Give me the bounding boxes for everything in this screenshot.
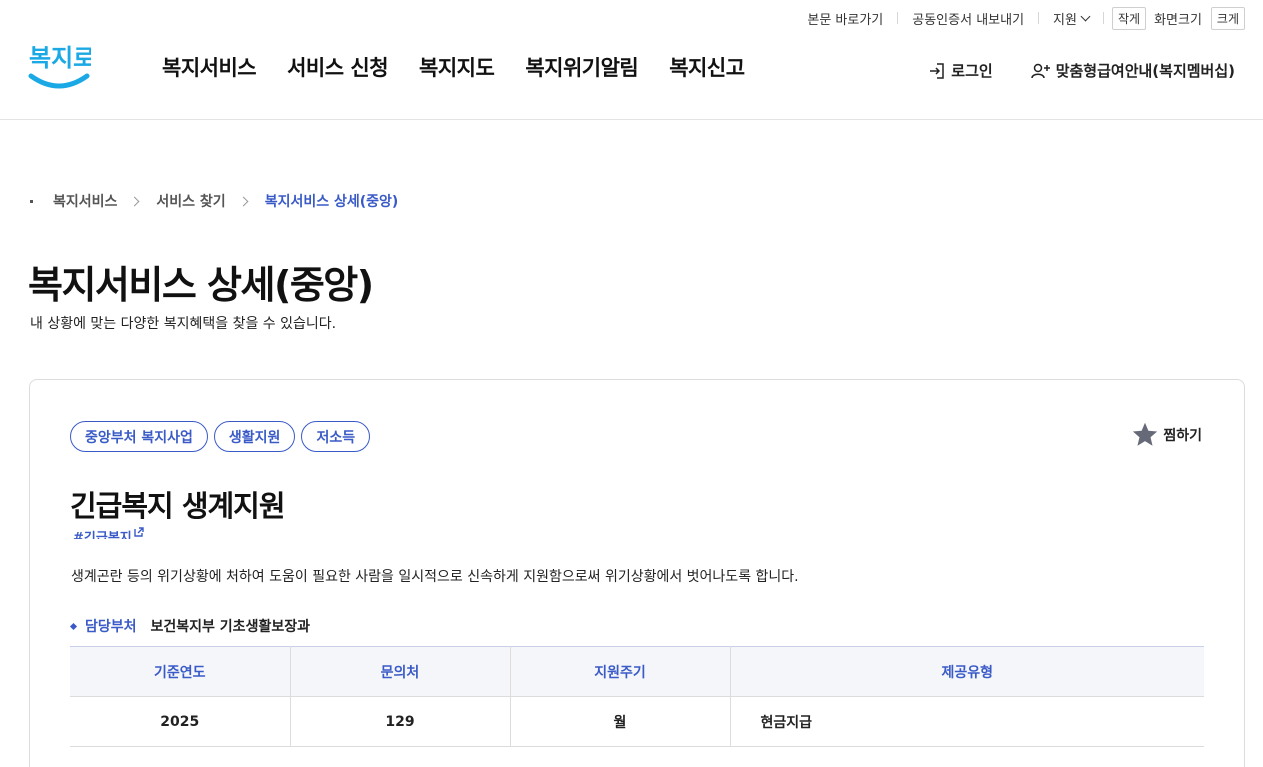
- favorite-button[interactable]: 찜하기: [1131, 421, 1202, 448]
- login-icon: [930, 62, 945, 79]
- page-title: 복지서비스 상세(중앙): [28, 263, 374, 307]
- user-plus-icon: [1030, 63, 1050, 78]
- tag-central-ministry[interactable]: 중앙부처 복지사업: [70, 421, 208, 452]
- cert-export-link[interactable]: 공동인증서 내보내기: [898, 9, 1038, 28]
- cell-provision-type: 현금지급: [730, 696, 1204, 747]
- service-description: 생계곤란 등의 위기상황에 처하여 도움이 필요한 사람을 일시적으로 신속하게…: [71, 569, 799, 585]
- nav-welfare-report[interactable]: 복지신고: [669, 52, 745, 82]
- support-dropdown[interactable]: 지원: [1039, 9, 1103, 28]
- font-large-button[interactable]: 크게: [1210, 6, 1245, 30]
- home-bullet: [30, 199, 33, 203]
- hashtag-label: #긴급복지: [73, 531, 132, 539]
- tag-low-income[interactable]: 저소득: [301, 421, 371, 452]
- tag-living-support[interactable]: 생활지원: [213, 421, 296, 452]
- font-small-button[interactable]: 작게: [1111, 6, 1147, 30]
- bokjiro-logo[interactable]: 복지로: [27, 38, 91, 92]
- external-link-icon: [134, 527, 144, 537]
- header-base-year: 기준연도: [70, 646, 291, 697]
- breadcrumb: 복지서비스 서비스 찾기 복지서비스 상세(중앙): [30, 191, 398, 211]
- favorite-label: 찜하기: [1163, 427, 1202, 444]
- chevron-right-icon: [129, 196, 140, 206]
- skip-to-content-link[interactable]: 본문 바로가기: [793, 9, 897, 28]
- main-navigation: 복지서비스 서비스 신청 복지지도 복지위기알림 복지신고: [162, 52, 745, 82]
- page-description: 내 상황에 맞는 다양한 복지혜택을 찾을 수 있습니다.: [30, 316, 337, 332]
- service-tags: 중앙부처 복지사업 생활지원 저소득: [70, 421, 371, 452]
- header-actions: 로그인 맞춤형급여안내(복지멤버십): [928, 60, 1235, 81]
- cell-contact: 129: [290, 696, 511, 747]
- chevron-down-icon: [1080, 11, 1091, 21]
- department-value: 보건복지부 기초생활보장과: [150, 619, 310, 635]
- svg-text:복지로: 복지로: [29, 44, 91, 72]
- chevron-right-icon: [238, 196, 249, 206]
- diamond-bullet-icon: [69, 622, 78, 630]
- cell-base-year: 2025: [70, 696, 291, 747]
- font-size-label: 화면크기: [1154, 12, 1202, 28]
- breadcrumb-item-welfare[interactable]: 복지서비스: [53, 191, 117, 211]
- hashtag-link[interactable]: #긴급복지: [73, 527, 144, 539]
- table-row: 2025 129 월 현금지급: [70, 696, 1204, 747]
- header-support-cycle: 지원주기: [510, 646, 731, 697]
- table-header-row: 기준연도 문의처 지원주기 제공유형: [70, 646, 1204, 697]
- login-button[interactable]: 로그인: [928, 60, 993, 81]
- divider: [1102, 12, 1104, 24]
- breadcrumb-item-current: 복지서비스 상세(중앙): [264, 194, 399, 210]
- service-detail-card: 중앙부처 복지사업 생활지원 저소득 찜하기 긴급복지 생계지원 #긴급복지 생…: [29, 379, 1245, 767]
- login-label: 로그인: [951, 62, 993, 80]
- department-label: 담당부처: [85, 619, 137, 635]
- nav-welfare-map[interactable]: 복지지도: [419, 52, 495, 82]
- header-contact: 문의처: [290, 646, 511, 697]
- membership-button[interactable]: 맞춤형급여안내(복지멤버십): [1030, 60, 1235, 81]
- star-icon: [1133, 422, 1158, 446]
- breadcrumb-item-search[interactable]: 서비스 찾기: [156, 191, 225, 211]
- membership-label: 맞춤형급여안내(복지멤버십): [1055, 62, 1235, 80]
- department-info: 담당부처 보건복지부 기초생활보장과: [69, 616, 310, 636]
- service-title: 긴급복지 생계지원: [70, 489, 286, 523]
- utility-bar: 본문 바로가기 공동인증서 내보내기 지원 작게 화면크기 크게: [793, 6, 1245, 30]
- support-label: 지원: [1053, 12, 1077, 28]
- nav-service-apply[interactable]: 서비스 신청: [287, 52, 388, 82]
- nav-crisis-alert[interactable]: 복지위기알림: [525, 52, 638, 82]
- cell-support-cycle: 월: [510, 696, 731, 747]
- service-info-table: 기준연도 문의처 지원주기 제공유형 2025 129 월 현금지급: [70, 646, 1204, 747]
- header-provision-type: 제공유형: [730, 646, 1204, 697]
- nav-welfare-services[interactable]: 복지서비스: [162, 52, 257, 82]
